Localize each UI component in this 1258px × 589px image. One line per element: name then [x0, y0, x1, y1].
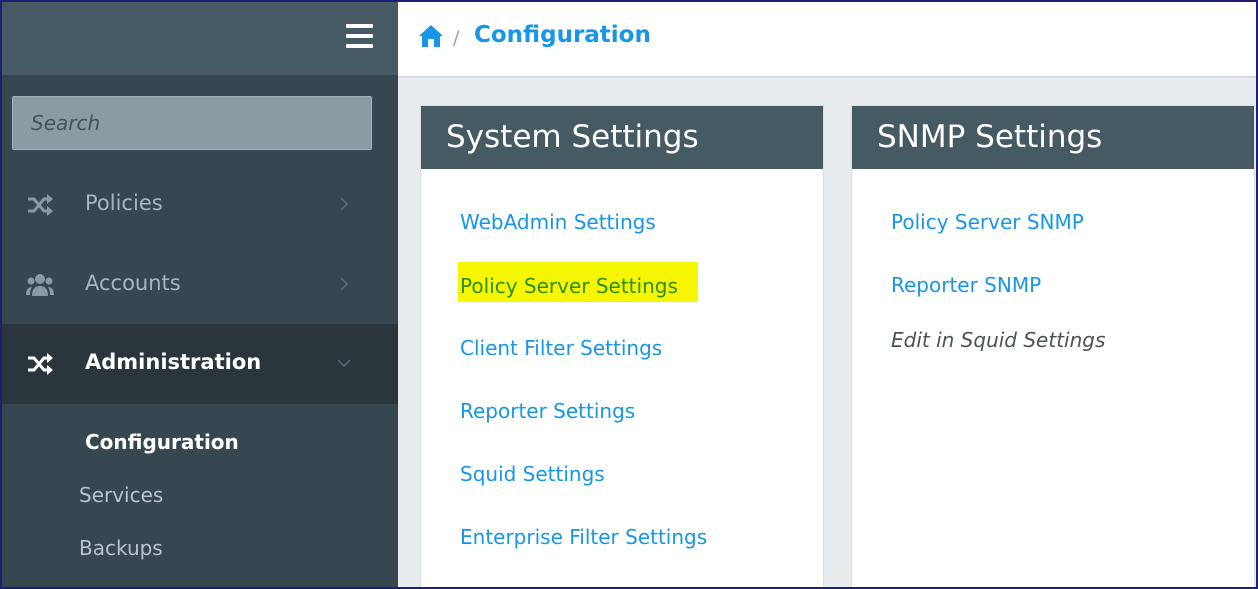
breadcrumb-current: Configuration: [474, 22, 651, 48]
system-settings-panel: System Settings WebAdmin Settings Policy…: [420, 105, 824, 587]
search-input[interactable]: [12, 96, 372, 150]
squid-settings-link[interactable]: Squid Settings: [460, 462, 605, 486]
sidebar-item-accounts[interactable]: Accounts: [2, 245, 398, 325]
chevron-right-icon: [340, 277, 349, 291]
policy-server-settings-link[interactable]: Policy Server Settings: [458, 262, 698, 302]
client-filter-settings-link[interactable]: Client Filter Settings: [460, 336, 662, 360]
shuffle-icon: [28, 194, 53, 216]
sidebar-item-policies[interactable]: Policies: [2, 165, 398, 245]
sidebar-subitem-backups[interactable]: Backups: [79, 536, 163, 560]
users-icon: [26, 274, 54, 296]
breadcrumb: / Configuration: [398, 2, 1256, 78]
reporter-snmp-link[interactable]: Reporter SNMP: [891, 273, 1041, 297]
chevron-right-icon: [340, 197, 349, 211]
snmp-settings-panel: SNMP Settings Policy Server SNMP Reporte…: [851, 105, 1255, 587]
panel-title: System Settings: [421, 106, 823, 169]
sidebar: Policies Accounts: [2, 2, 398, 587]
sidebar-item-label: Administration: [85, 350, 262, 374]
enterprise-filter-settings-link[interactable]: Enterprise Filter Settings: [460, 525, 707, 549]
shuffle-icon: [28, 353, 53, 375]
sidebar-subitem-services[interactable]: Services: [79, 483, 163, 507]
sidebar-item-label: Policies: [85, 191, 163, 215]
squid-settings-note: Edit in Squid Settings: [891, 328, 1106, 352]
sidebar-item-label: Accounts: [85, 271, 181, 295]
reporter-settings-link[interactable]: Reporter Settings: [460, 399, 635, 423]
hamburger-icon[interactable]: [346, 24, 373, 48]
panel-title: SNMP Settings: [852, 106, 1254, 169]
policy-server-snmp-link[interactable]: Policy Server SNMP: [891, 210, 1084, 234]
sidebar-item-administration[interactable]: Administration: [2, 324, 398, 404]
chevron-down-icon: [337, 359, 351, 368]
sidebar-subitem-configuration[interactable]: Configuration: [85, 430, 239, 454]
app-window: Policies Accounts: [0, 0, 1258, 589]
sidebar-header: [2, 2, 398, 75]
breadcrumb-separator: /: [453, 27, 460, 49]
webadmin-settings-link[interactable]: WebAdmin Settings: [460, 210, 656, 234]
home-icon[interactable]: [418, 24, 444, 48]
